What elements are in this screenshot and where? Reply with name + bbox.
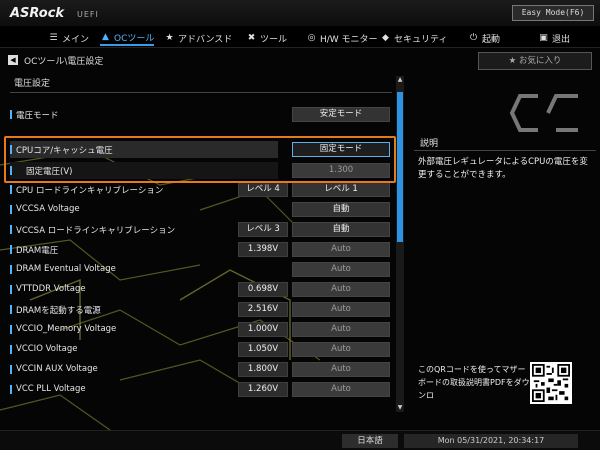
value-button[interactable]: 自動 <box>292 222 390 237</box>
section-title: 電圧設定 <box>14 79 51 89</box>
value-button[interactable]: 安定モード <box>292 107 390 122</box>
setting-row-dram-startup-power[interactable]: DRAMを起動する電源 2.516V Auto <box>10 301 392 319</box>
row-marker <box>10 245 12 254</box>
row-marker <box>10 365 12 374</box>
tab-boot[interactable]: ⏻ 起動 <box>468 30 500 46</box>
menu-icon: ☰ <box>49 33 58 43</box>
setting-row-vccsa-llc[interactable]: VCCSA ロードラインキャリブレーション レベル 3 自動 <box>10 221 392 239</box>
current-value: 2.516V <box>238 302 288 317</box>
uefi-label: UEFI <box>77 10 99 19</box>
description-text: 外部電圧レギュレータによるCPUの電圧を変更することができます。 <box>418 157 588 180</box>
row-marker <box>10 225 12 234</box>
row-marker <box>10 205 12 214</box>
qr-code-icon <box>530 362 572 404</box>
row-marker <box>10 285 12 294</box>
row-marker <box>10 265 12 274</box>
star-icon: ★ <box>508 56 519 66</box>
tab-exit[interactable]: ▣ 退出 <box>538 30 570 46</box>
value-button[interactable]: Auto <box>292 262 390 277</box>
monitor-icon: ◎ <box>307 33 316 43</box>
shield-icon: ◆ <box>382 33 389 43</box>
back-arrow-icon[interactable]: ◀ <box>8 55 18 65</box>
scrollbar-thumb[interactable] <box>397 92 403 242</box>
setting-row-vccio-voltage[interactable]: VCCIO Voltage 1.050V Auto <box>10 341 392 359</box>
current-value: 1.050V <box>238 342 288 357</box>
setting-row-dram-voltage[interactable]: DRAM電圧 1.398V Auto <box>10 241 392 259</box>
scroll-up-arrow-icon[interactable]: ▲ <box>396 76 404 84</box>
description-title: 説明 <box>420 139 439 149</box>
value-button[interactable]: Auto <box>292 302 390 317</box>
tools-icon: ✖ <box>247 33 256 43</box>
tab-security[interactable]: ◆ セキュリティ <box>380 30 447 46</box>
setting-row-vttddr-voltage[interactable]: VTTDDR Voltage 0.698V Auto <box>10 281 392 299</box>
exit-icon: ▣ <box>539 33 548 43</box>
current-value: レベル 4 <box>238 182 288 197</box>
main-nav: ☰ メイン ▲ OCツール ★ アドバンスド ✖ ツール ◎ H/W モニター … <box>0 26 600 48</box>
current-value: 1.000V <box>238 322 288 337</box>
setting-row-vccio-memory-voltage[interactable]: VCCIO_Memory Voltage 1.000V Auto <box>10 321 392 339</box>
setting-row-voltage-mode[interactable]: 電圧モード 安定モード <box>10 106 392 124</box>
language-button[interactable]: 日本語 <box>342 434 398 448</box>
row-marker <box>10 305 12 314</box>
current-value: 1.398V <box>238 242 288 257</box>
setting-row-vcc-pll-voltage[interactable]: VCC PLL Voltage 1.260V Auto <box>10 381 392 399</box>
tab-advanced[interactable]: ★ アドバンスド <box>164 30 232 46</box>
value-button[interactable]: Auto <box>292 362 390 377</box>
value-button[interactable]: Auto <box>292 282 390 297</box>
setting-row-cpu-llc[interactable]: CPU ロードラインキャリブレーション レベル 4 レベル 1 <box>10 181 392 199</box>
highlight-annotation-box <box>4 136 396 183</box>
section-divider <box>10 92 392 93</box>
tab-hw-monitor[interactable]: ◎ H/W モニター <box>306 30 378 46</box>
value-button[interactable]: レベル 1 <box>292 182 390 197</box>
oc-logo-icon <box>509 94 578 132</box>
datetime-display: Mon 05/31/2021, 20:34:17 <box>404 434 578 448</box>
value-button[interactable]: Auto <box>292 382 390 397</box>
rocket-icon: ▲ <box>102 32 109 42</box>
setting-row-dram-eventual-voltage[interactable]: DRAM Eventual Voltage Auto <box>10 261 392 279</box>
value-button[interactable]: Auto <box>292 342 390 357</box>
setting-row-vccsa-voltage[interactable]: VCCSA Voltage 自動 <box>10 201 392 219</box>
description-panel: 説明 外部電圧レギュレータによるCPUの電圧を変更することができます。 このQR… <box>410 76 596 412</box>
description-divider <box>414 150 596 151</box>
top-bar: ASRock UEFI Easy Mode(F6) <box>0 0 600 26</box>
breadcrumb: ◀ OCツール\電圧設定 <box>8 53 103 67</box>
easy-mode-button[interactable]: Easy Mode(F6) <box>512 5 594 21</box>
value-button[interactable]: Auto <box>292 242 390 257</box>
qr-instruction-text: このQRコードを使ってマザーボードの取扱説明書PDFをダウンロ <box>418 365 530 400</box>
tab-oc-tweaker[interactable]: ▲ OCツール <box>100 30 155 46</box>
current-value: 1.800V <box>238 362 288 377</box>
setting-row-vccin-aux-voltage[interactable]: VCCIN AUX Voltage 1.800V Auto <box>10 361 392 379</box>
row-marker <box>10 325 12 334</box>
row-marker <box>10 385 12 394</box>
row-marker <box>10 345 12 354</box>
current-value: レベル 3 <box>238 222 288 237</box>
breadcrumb-text: OCツール\電圧設定 <box>24 56 104 67</box>
tab-main[interactable]: ☰ メイン <box>48 30 89 46</box>
star-icon: ★ <box>165 33 174 43</box>
value-button[interactable]: Auto <box>292 322 390 337</box>
tab-tools[interactable]: ✖ ツール <box>246 30 287 46</box>
value-button[interactable]: 自動 <box>292 202 390 217</box>
favorite-button[interactable]: ★ お気に入り <box>478 52 592 70</box>
status-bar: 日本語 Mon 05/31/2021, 20:34:17 <box>0 430 600 450</box>
row-marker <box>10 110 12 119</box>
row-marker <box>10 185 12 194</box>
asrock-logo: ASRock <box>10 6 65 21</box>
power-icon: ⏻ <box>469 33 478 43</box>
current-value: 0.698V <box>238 282 288 297</box>
scroll-down-arrow-icon[interactable]: ▼ <box>396 404 404 412</box>
current-value: 1.260V <box>238 382 288 397</box>
